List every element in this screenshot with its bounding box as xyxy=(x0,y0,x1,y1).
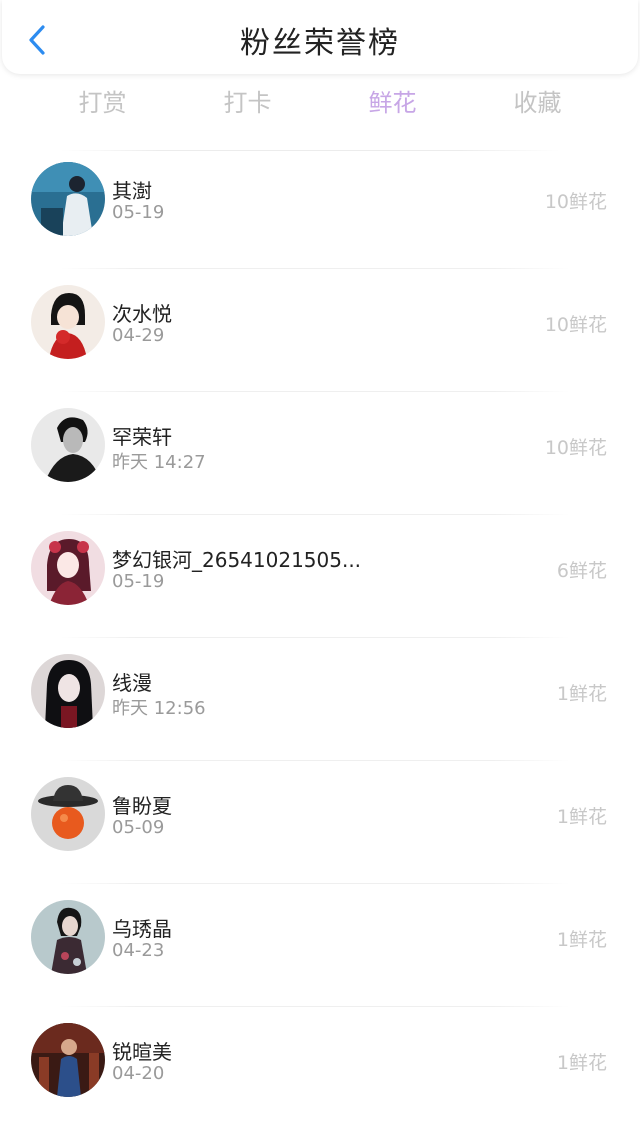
avatar[interactable] xyxy=(31,285,105,359)
list-item[interactable]: 锐暄美 04-20 1鲜花 xyxy=(0,1016,640,1139)
flower-count: 10鲜花 xyxy=(544,437,607,459)
fan-name: 锐暄美 xyxy=(112,1040,172,1064)
fan-list: 其澍 05-19 10鲜花 次水悦 04-29 10鲜花 罕荣轩 昨天 14:2… xyxy=(0,155,640,1139)
avatar[interactable] xyxy=(31,900,105,974)
fan-time: 04-23 xyxy=(112,940,165,961)
avatar[interactable] xyxy=(31,777,105,851)
fan-time: 05-19 xyxy=(112,571,165,592)
fan-name: 鲁盼夏 xyxy=(112,794,172,818)
fan-time: 04-20 xyxy=(112,1063,165,1084)
tab-favorites[interactable]: 收藏 xyxy=(465,80,610,130)
tabs-divider xyxy=(60,150,560,151)
fan-name: 其澍 xyxy=(112,179,152,203)
avatar[interactable] xyxy=(31,1023,105,1097)
tab-flowers[interactable]: 鲜花 xyxy=(320,80,465,130)
fan-time: 05-19 xyxy=(112,202,165,223)
fan-name: 罕荣轩 xyxy=(112,425,172,449)
fan-time: 05-09 xyxy=(112,817,165,838)
fan-name: 线漫 xyxy=(112,671,152,695)
row-divider xyxy=(60,760,570,761)
list-item[interactable]: 其澍 05-19 10鲜花 xyxy=(0,155,640,278)
fan-name: 次水悦 xyxy=(112,302,172,326)
row-divider xyxy=(60,883,570,884)
list-item[interactable]: 梦幻银河_26541021505... 05-19 6鲜花 xyxy=(0,524,640,647)
row-divider xyxy=(60,391,570,392)
page-title: 粉丝荣誉榜 xyxy=(240,26,400,61)
flower-count: 10鲜花 xyxy=(544,191,607,213)
row-divider xyxy=(60,1006,570,1007)
flower-count: 6鲜花 xyxy=(556,560,607,582)
list-item[interactable]: 次水悦 04-29 10鲜花 xyxy=(0,278,640,401)
tab-bar: 打赏 打卡 鲜花 收藏 xyxy=(0,80,640,130)
fan-name: 乌琇晶 xyxy=(112,917,172,941)
fan-time: 04-29 xyxy=(112,325,165,346)
top-bar: 粉丝荣誉榜 xyxy=(2,0,638,74)
row-divider xyxy=(60,514,570,515)
list-item[interactable]: 乌琇晶 04-23 1鲜花 xyxy=(0,893,640,1016)
list-item[interactable]: 线漫 昨天 12:56 1鲜花 xyxy=(0,647,640,770)
flower-count: 1鲜花 xyxy=(556,683,607,705)
list-item[interactable]: 罕荣轩 昨天 14:27 10鲜花 xyxy=(0,401,640,524)
fan-time: 昨天 12:56 xyxy=(112,698,206,719)
avatar[interactable] xyxy=(31,654,105,728)
avatar[interactable] xyxy=(31,162,105,236)
flower-count: 1鲜花 xyxy=(556,1052,607,1074)
fan-time: 昨天 14:27 xyxy=(112,452,206,473)
fan-name: 梦幻银河_26541021505... xyxy=(112,548,362,572)
tab-reward[interactable]: 打赏 xyxy=(30,80,175,130)
avatar[interactable] xyxy=(31,531,105,605)
tab-checkin[interactable]: 打卡 xyxy=(175,80,320,130)
flower-count: 1鲜花 xyxy=(556,806,607,828)
flower-count: 1鲜花 xyxy=(556,929,607,951)
row-divider xyxy=(60,637,570,638)
avatar[interactable] xyxy=(31,408,105,482)
list-item[interactable]: 鲁盼夏 05-09 1鲜花 xyxy=(0,770,640,893)
flower-count: 10鲜花 xyxy=(544,314,607,336)
row-divider xyxy=(60,268,570,269)
